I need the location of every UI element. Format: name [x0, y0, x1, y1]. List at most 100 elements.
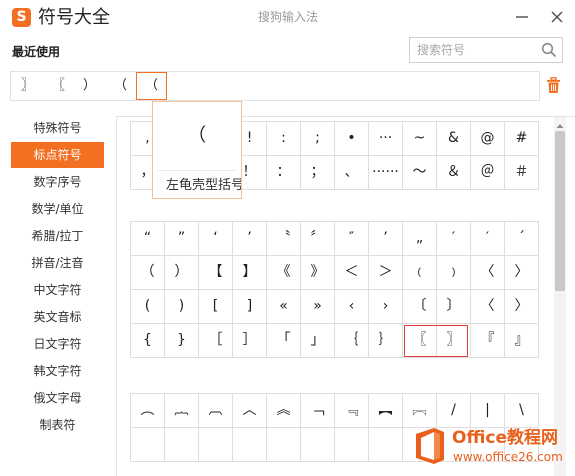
symbol-cell[interactable]: :: [267, 122, 301, 156]
clear-recent-button[interactable]: [546, 77, 561, 94]
category-item[interactable]: 希腊/拉丁: [11, 223, 104, 249]
symbol-cell[interactable]: 〈: [471, 256, 505, 290]
symbol-cell[interactable]: „: [403, 222, 437, 256]
symbol-cell[interactable]: ﹃: [335, 394, 369, 428]
symbol-cell[interactable]: [369, 428, 403, 462]
symbol-cell[interactable]: /: [437, 394, 471, 428]
category-item[interactable]: 拼音/注音: [11, 250, 104, 276]
symbol-cell[interactable]: (: [131, 290, 165, 324]
symbol-cell[interactable]: ︵: [131, 394, 165, 428]
symbol-cell[interactable]: ︻: [369, 394, 403, 428]
symbol-cell[interactable]: ′: [437, 222, 471, 256]
symbol-cell[interactable]: ｝: [369, 324, 403, 358]
symbol-cell[interactable]: [131, 428, 165, 462]
symbol-cell[interactable]: 〞: [301, 222, 335, 256]
recent-symbol[interactable]: （: [136, 72, 167, 100]
category-item[interactable]: 数字序号: [11, 169, 104, 195]
symbol-cell[interactable]: ······: [369, 156, 403, 190]
symbol-cell[interactable]: 、: [335, 156, 369, 190]
symbol-cell[interactable]: #: [505, 122, 539, 156]
symbol-cell[interactable]: 『: [471, 324, 505, 358]
category-item[interactable]: 韩文字符: [11, 358, 104, 384]
symbol-cell[interactable]: ）: [165, 256, 199, 290]
symbol-cell[interactable]: [301, 428, 335, 462]
symbol-cell[interactable]: ’: [369, 222, 403, 256]
recent-symbol[interactable]: （: [105, 72, 136, 100]
symbol-cell[interactable]: ］: [233, 324, 267, 358]
symbol-cell[interactable]: ˊ: [505, 222, 539, 256]
symbol-cell[interactable]: «: [267, 290, 301, 324]
symbol-cell[interactable]: }: [165, 324, 199, 358]
symbol-cell[interactable]: ﹚: [437, 256, 471, 290]
category-item[interactable]: 英文音标: [11, 304, 104, 330]
symbol-cell[interactable]: ＃: [505, 156, 539, 190]
symbol-cell[interactable]: ″: [335, 222, 369, 256]
scroll-up-button[interactable]: [556, 119, 564, 128]
symbol-cell[interactable]: 〉: [505, 290, 539, 324]
symbol-cell[interactable]: 』: [505, 324, 539, 358]
symbol-cell[interactable]: 〝: [267, 222, 301, 256]
symbol-cell[interactable]: ’: [233, 222, 267, 256]
category-item[interactable]: 特殊符号: [11, 115, 104, 141]
symbol-cell[interactable]: 】: [233, 256, 267, 290]
category-item[interactable]: 制表符: [11, 412, 104, 438]
symbol-cell[interactable]: •: [335, 122, 369, 156]
symbol-cell[interactable]: ︿: [233, 394, 267, 428]
recent-symbol[interactable]: 〗: [12, 72, 43, 100]
symbol-cell[interactable]: ︷: [165, 394, 199, 428]
symbol-cell[interactable]: 」: [301, 324, 335, 358]
symbol-cell[interactable]: ”: [165, 222, 199, 256]
symbol-cell[interactable]: 【: [199, 256, 233, 290]
symbol-cell[interactable]: 〈: [471, 290, 505, 324]
symbol-cell[interactable]: ′: [471, 222, 505, 256]
recent-symbol[interactable]: 〖: [43, 72, 74, 100]
symbol-cell[interactable]: 「: [267, 324, 301, 358]
symbol-cell[interactable]: ～: [403, 156, 437, 190]
symbol-cell[interactable]: ›: [369, 290, 403, 324]
symbol-cell[interactable]: @: [471, 122, 505, 156]
symbol-cell[interactable]: ︹: [199, 394, 233, 428]
category-item[interactable]: 日文字符: [11, 331, 104, 357]
symbol-cell[interactable]: 〉: [505, 256, 539, 290]
symbol-cell[interactable]: ): [165, 290, 199, 324]
symbol-cell[interactable]: （: [131, 256, 165, 290]
symbol-cell[interactable]: [165, 428, 199, 462]
category-item[interactable]: 俄文字母: [11, 385, 104, 411]
symbol-cell[interactable]: ｛: [335, 324, 369, 358]
symbol-cell[interactable]: |: [471, 394, 505, 428]
symbol-cell[interactable]: 《: [267, 256, 301, 290]
recent-symbol[interactable]: ）: [74, 72, 105, 100]
search-box[interactable]: [409, 37, 563, 63]
symbol-cell[interactable]: ︽: [267, 394, 301, 428]
symbol-cell[interactable]: 〖: [403, 324, 437, 358]
category-item[interactable]: 标点符号: [11, 142, 104, 168]
symbol-cell[interactable]: ~: [403, 122, 437, 156]
symbol-cell[interactable]: ＠: [471, 156, 505, 190]
symbol-cell[interactable]: ；: [301, 156, 335, 190]
symbol-cell[interactable]: &: [437, 122, 471, 156]
symbol-cell[interactable]: ＞: [369, 256, 403, 290]
category-item[interactable]: 数学/单位: [11, 196, 104, 222]
symbol-cell[interactable]: ;: [301, 122, 335, 156]
symbol-cell[interactable]: 〗: [437, 324, 471, 358]
symbol-cell[interactable]: ︗: [403, 394, 437, 428]
symbol-cell[interactable]: ‹: [335, 290, 369, 324]
scrollbar-thumb[interactable]: [555, 131, 565, 291]
symbol-cell[interactable]: [: [199, 290, 233, 324]
search-icon[interactable]: [541, 42, 557, 58]
symbol-cell[interactable]: ＆: [437, 156, 471, 190]
symbol-cell[interactable]: 〕: [437, 290, 471, 324]
symbol-cell[interactable]: ：: [267, 156, 301, 190]
symbol-cell[interactable]: [233, 428, 267, 462]
minimize-button[interactable]: [513, 8, 531, 26]
symbol-cell[interactable]: 〔: [403, 290, 437, 324]
symbol-cell[interactable]: [335, 428, 369, 462]
symbol-cell[interactable]: ﹙: [403, 256, 437, 290]
symbol-cell[interactable]: [199, 428, 233, 462]
symbol-cell[interactable]: »: [301, 290, 335, 324]
close-button[interactable]: [548, 8, 566, 26]
symbol-cell[interactable]: “: [131, 222, 165, 256]
symbol-cell[interactable]: 》: [301, 256, 335, 290]
symbol-cell[interactable]: ＜: [335, 256, 369, 290]
symbol-cell[interactable]: {: [131, 324, 165, 358]
